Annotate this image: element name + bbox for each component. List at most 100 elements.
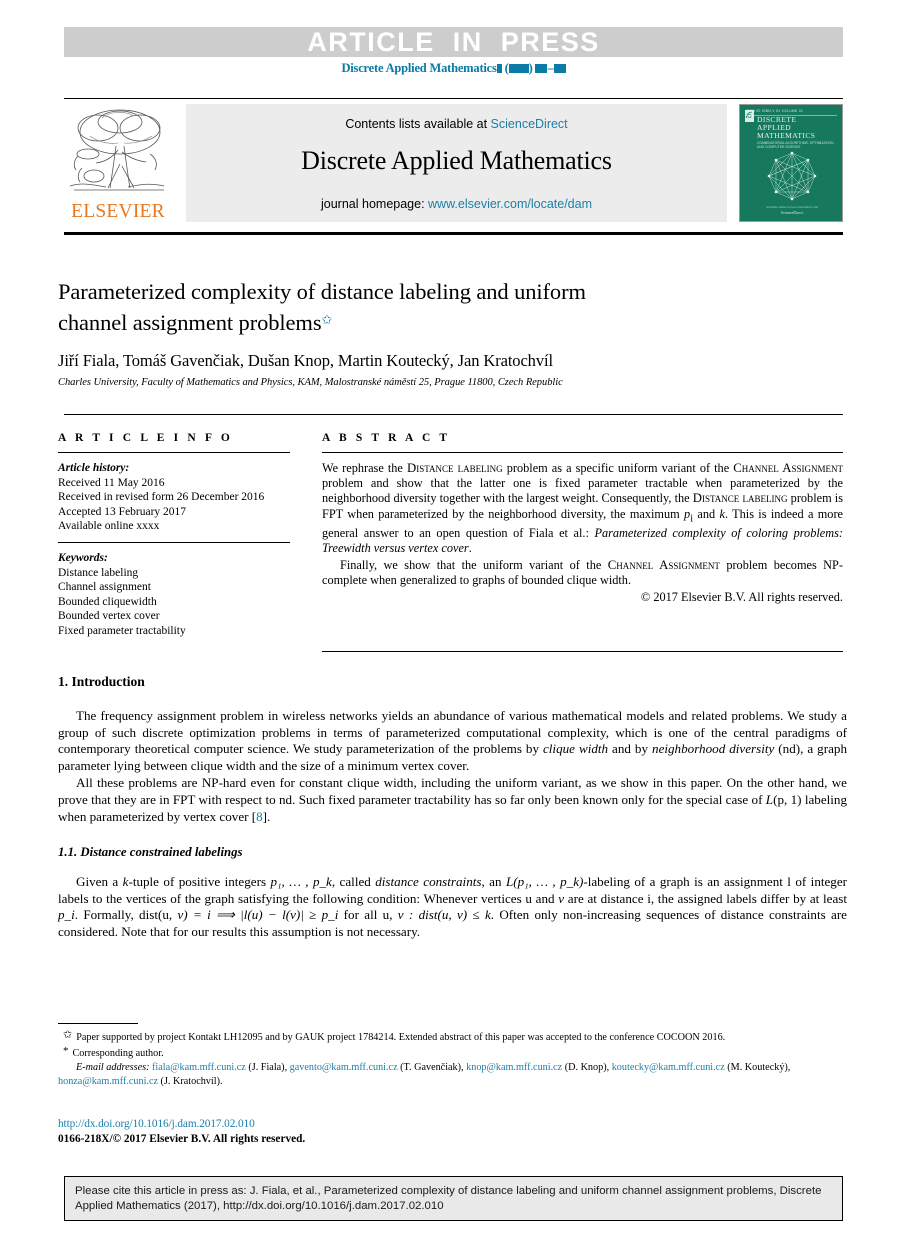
- masthead-top-rule: [64, 98, 843, 99]
- body-var-pi: p_i: [58, 907, 75, 923]
- abstract-column: A B S T R A C T We rephrase the Distance…: [322, 432, 843, 605]
- cover-graph-illustration-icon: [762, 149, 822, 204]
- email-link-kratochvil[interactable]: honza@kam.mff.cuni.cz: [58, 1076, 158, 1087]
- abstract-text: We rephrase the Distance labeling proble…: [322, 461, 843, 605]
- footnote-corresponding: * Corresponding author.: [58, 1045, 847, 1060]
- body-frag: . Formally, dist(u,: [74, 907, 178, 923]
- keyword-item: Bounded cliquewidth: [58, 595, 157, 608]
- footnote-rule: [58, 1023, 138, 1024]
- cover-title-line3: MATHEMATICS: [757, 131, 816, 141]
- abstract-heading: A B S T R A C T: [322, 432, 451, 444]
- body-frag: ].: [262, 808, 271, 824]
- contents-available-prefix: Contents lists available at: [345, 117, 491, 131]
- journal-homepage-line: journal homepage: www.elsevier.com/locat…: [186, 197, 727, 211]
- email-link-koutecky[interactable]: koutecky@kam.mff.cuni.cz: [612, 1062, 725, 1073]
- masthead-bottom-rule: [64, 232, 843, 235]
- page-start-placeholder-block: [535, 64, 548, 73]
- body-frag: , an: [481, 874, 506, 890]
- body-frag: are at distance i, the assigned labels d…: [564, 890, 847, 906]
- subsection-heading-distance-constrained-labelings: 1.1. Distance constrained labelings: [58, 845, 243, 860]
- history-item: Received 11 May 2016: [58, 476, 165, 489]
- contents-panel: Contents lists available at ScienceDirec…: [186, 104, 727, 222]
- section-heading-introduction: 1. Introduction: [58, 674, 145, 689]
- body-frag: Given a: [76, 874, 123, 890]
- running-head-journal: Discrete Applied Mathematics: [341, 61, 497, 75]
- body-frag: for all u,: [338, 907, 398, 923]
- journal-title: Discrete Applied Mathematics: [301, 146, 612, 175]
- article-in-press-label: ARTICLE IN PRESS: [307, 26, 600, 57]
- footnote-corresponding-text: Corresponding author.: [72, 1048, 164, 1060]
- body-math-dist-implies: v) = i ⟹ |l(u) − l(v)| ≥ p_i: [177, 907, 339, 923]
- author-names: Jiří Fiala, Tomáš Gavenčiak, Dušan Knop,…: [58, 351, 553, 370]
- footnote-funding: ✩ Paper supported by project Kontakt LH12…: [58, 1029, 847, 1044]
- sciencedirect-link[interactable]: ScienceDirect: [491, 117, 568, 131]
- keyword-item: Bounded vertex cover: [58, 610, 160, 623]
- title-bottom-rule: [64, 414, 843, 415]
- abstract-rule: [322, 452, 843, 453]
- body-math-ptuple: p₁, … , p_k: [270, 874, 332, 890]
- cover-footer-small: Available online at www.sciencedirect.co…: [766, 205, 818, 209]
- cite-this-article-box: Please cite this article in press as: J.…: [64, 1176, 843, 1221]
- journal-cover-thumbnail: ISSN 00 ISBN V 01 VOLUME 01 DISCRETE APP…: [739, 104, 843, 222]
- title-footnote-marker[interactable]: ✩: [322, 312, 333, 327]
- history-item: Received in revised form 26 December 201…: [58, 491, 265, 504]
- email-link-knop[interactable]: knop@kam.mff.cuni.cz: [466, 1062, 562, 1073]
- footnote-asterisk-marker: *: [63, 1045, 69, 1058]
- title-block: Parameterized complexity of distance lab…: [58, 278, 758, 388]
- email-label: E-mail addresses:: [76, 1062, 150, 1074]
- year-placeholder-block: [508, 64, 529, 73]
- elsevier-logo: ELSEVIER: [64, 104, 172, 222]
- issn-copyright-line: 0166-218X/© 2017 Elsevier B.V. All right…: [58, 1133, 306, 1145]
- email-owner-fiala: (J. Fiala),: [248, 1062, 288, 1074]
- footnote-block: ✩ Paper supported by project Kontakt LH12…: [58, 1029, 847, 1089]
- email-link-fiala[interactable]: fiala@kam.mff.cuni.cz: [152, 1062, 246, 1073]
- keyword-item: Channel assignment: [58, 581, 151, 594]
- cover-subtitle-text: COMBINATORIAL ALGORITHMS, OPTIMIZATION A…: [757, 141, 834, 149]
- abs-smallcaps: Distance labeling: [406, 461, 503, 475]
- history-item: Accepted 13 February 2017: [58, 505, 187, 518]
- email-owner-koutecky: (M. Koutecký),: [727, 1062, 791, 1074]
- email-link-gavenciak[interactable]: gavento@kam.mff.cuni.cz: [290, 1062, 398, 1073]
- abs-smallcaps: Channel Assignment: [733, 461, 843, 475]
- subsection-paragraph-1: Given a k-tuple of positive integers p₁,…: [58, 874, 847, 940]
- abstract-paragraph-1: We rephrase the Distance labeling proble…: [322, 461, 843, 557]
- body-frag: -tuple of positive integers: [128, 874, 271, 890]
- abs-smallcaps: Distance labeling: [692, 491, 788, 506]
- email-owner-kratochvil: (J. Kratochvíl).: [160, 1075, 223, 1087]
- journal-homepage-prefix: journal homepage:: [321, 197, 429, 211]
- running-head: Discrete Applied Mathematics () –: [0, 61, 907, 76]
- abs-smallcaps: Channel Assignment: [607, 557, 720, 572]
- abs-frag: We rephrase the: [322, 461, 407, 475]
- intro-paragraph-1: The frequency assignment problem in wire…: [58, 708, 847, 774]
- body-frag: , called: [331, 874, 376, 890]
- article-page: ARTICLE IN PRESS Discrete Applied Mathem…: [0, 0, 907, 1238]
- page-end-placeholder-block: [553, 64, 566, 73]
- volume-placeholder-block: [496, 64, 502, 73]
- body-frag: All these problems are NP-hard even for …: [58, 775, 847, 807]
- elsevier-tree-icon: [68, 106, 168, 198]
- footnote-star-marker: ✩: [63, 1029, 73, 1041]
- article-info-heading: A R T I C L E I N F O: [58, 432, 233, 444]
- doi-link[interactable]: http://dx.doi.org/10.1016/j.dam.2017.02.…: [58, 1118, 255, 1130]
- abs-frag: .: [468, 541, 472, 556]
- journal-homepage-link[interactable]: www.elsevier.com/locate/dam: [428, 197, 592, 211]
- keyword-item: Distance labeling: [58, 566, 139, 579]
- body-italic-distance-constraints: distance constraints: [375, 874, 482, 890]
- abs-frag: problem as a specific uniform variant of…: [502, 461, 734, 475]
- history-item: Available online xxxx: [58, 520, 160, 533]
- contents-available-line: Contents lists available at ScienceDirec…: [186, 117, 727, 131]
- cover-footer-brand: ScienceDirect: [780, 210, 804, 215]
- cite-this-article-text: Please cite this article in press as: J.…: [75, 1185, 822, 1212]
- journal-masthead: ELSEVIER Contents lists available at Sci…: [64, 104, 843, 222]
- cover-title-text: DISCRETE APPLIED MATHEMATICS: [757, 115, 816, 141]
- article-in-press-banner: ARTICLE IN PRESS: [64, 27, 843, 57]
- body-math-labeling: L(p₁, … , p_k): [505, 874, 584, 890]
- intro-paragraph-2: All these problems are NP-hard even for …: [58, 775, 847, 825]
- paper-title-line1: Parameterized complexity of distance lab…: [58, 279, 586, 304]
- footnote-funding-text: Paper supported by project Kontakt LH120…: [76, 1032, 726, 1043]
- author-list: Jiří Fiala, Tomáš Gavenčiak, Dušan Knop,…: [58, 351, 758, 371]
- keywords-rule: [58, 541, 290, 543]
- abstract-bottom-rule: [322, 651, 843, 652]
- page-title: Parameterized complexity of distance lab…: [58, 278, 758, 337]
- article-history: Article history: Received 11 May 2016 Re…: [58, 461, 304, 534]
